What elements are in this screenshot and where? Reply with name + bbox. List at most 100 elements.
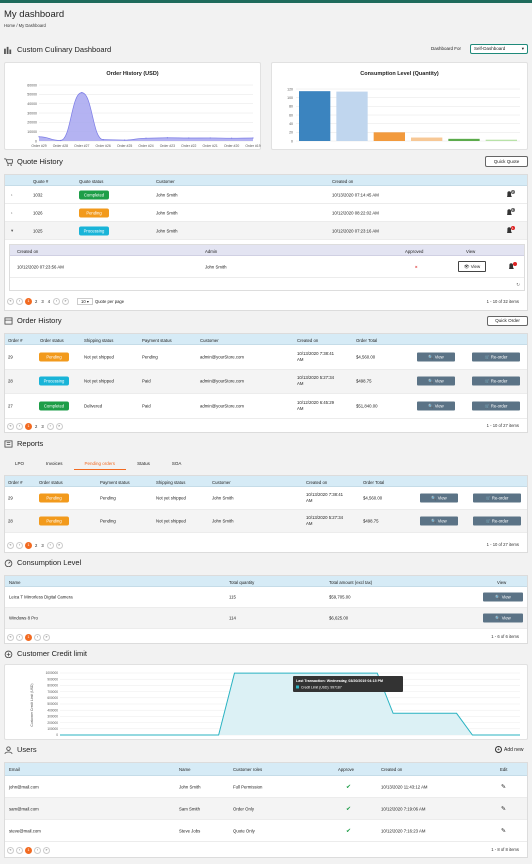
page-number[interactable]: 1 xyxy=(25,422,32,430)
detail-view-button[interactable]: 👁 View xyxy=(458,261,486,272)
cart-icon xyxy=(4,157,13,166)
prev-page-icon[interactable]: ‹ xyxy=(16,297,23,305)
x-tick-label: Order #24 xyxy=(138,144,153,148)
reorder-button[interactable]: 🛒 Re-order xyxy=(472,401,520,411)
tab-status[interactable]: Status xyxy=(126,458,161,470)
first-page-icon[interactable]: « xyxy=(7,846,14,854)
page-number[interactable]: 3 xyxy=(40,424,44,429)
reorder-label: Re-order xyxy=(490,378,508,384)
page-number[interactable]: 2 xyxy=(34,543,38,548)
breadcrumb[interactable]: Home / My Dashboard xyxy=(4,23,46,28)
view-button[interactable]: 🔍 View xyxy=(417,401,455,411)
first-page-icon[interactable]: « xyxy=(7,541,14,549)
reorder-button[interactable]: 🛒 Re-order xyxy=(472,376,520,386)
page-number[interactable]: 1 xyxy=(25,297,32,305)
col-customer: Customer xyxy=(212,479,231,485)
created-on: 10/12/2020 08:22:02 AM xyxy=(332,210,379,215)
first-page-icon[interactable]: « xyxy=(7,297,14,305)
add-new-user-button[interactable]: + Add new xyxy=(495,746,523,753)
page-number[interactable]: 3 xyxy=(40,299,44,304)
customer-email: admin@yourStore.com xyxy=(200,354,245,360)
expand-chevron-icon[interactable]: › xyxy=(11,192,12,197)
dashboard-for-select[interactable]: Self-Dashboard ▾ xyxy=(470,44,528,54)
table-row: 27 Completed Delivered Paid admin@yourSt… xyxy=(5,394,527,419)
view-button[interactable]: 🔍 View xyxy=(420,516,458,526)
page-number[interactable]: 2 xyxy=(34,299,38,304)
view-button[interactable]: 🔍 View xyxy=(417,352,455,362)
table-row[interactable]: › 1026 Pending John Smith 10/12/2020 08:… xyxy=(5,204,527,222)
page-number[interactable]: 4 xyxy=(47,299,51,304)
product-name: Windows 8 Pro xyxy=(9,615,38,621)
prev-page-icon[interactable]: ‹ xyxy=(16,846,23,854)
expand-chevron-icon[interactable]: › xyxy=(11,210,12,215)
prev-page-icon[interactable]: ‹ xyxy=(16,633,23,641)
view-button[interactable]: 🔍 View xyxy=(483,613,523,623)
col-created-on: Created on xyxy=(297,337,319,343)
tab-pending-orders[interactable]: Pending orders xyxy=(73,458,127,470)
expand-chevron-icon[interactable]: ▾ xyxy=(11,228,13,234)
quick-order-button[interactable]: Quick Order xyxy=(487,316,528,326)
tab-lpo[interactable]: LPO xyxy=(4,458,35,470)
quote-history-table: Quote # Quote status Customer Created on… xyxy=(4,174,528,311)
page-number[interactable]: 1 xyxy=(25,846,32,854)
last-page-icon[interactable]: » xyxy=(43,633,50,641)
status-badge: Pending xyxy=(79,208,109,217)
y-tick-label: 40000 xyxy=(27,102,37,106)
last-page-icon[interactable]: » xyxy=(55,422,63,430)
tab-soa[interactable]: SOA xyxy=(161,458,193,470)
first-page-icon[interactable]: « xyxy=(7,633,14,641)
page-number[interactable]: 1 xyxy=(25,633,32,641)
edit-user-icon[interactable]: ✎ xyxy=(501,827,506,834)
per-page-select[interactable]: 10 ▾ xyxy=(77,297,93,305)
refresh-icon[interactable]: ↻ xyxy=(516,282,520,288)
prev-page-icon[interactable]: ‹ xyxy=(16,422,23,430)
created-ampm: AM xyxy=(297,405,304,411)
next-page-icon[interactable]: › xyxy=(46,422,54,430)
reports-header: Reports xyxy=(4,439,43,448)
reports-pager: « ‹ 123 › » xyxy=(7,540,63,550)
reports-items-count: 1 - 10 of 27 items xyxy=(486,542,519,547)
prev-page-icon[interactable]: ‹ xyxy=(16,541,23,549)
user-name: Steve Jobs xyxy=(179,828,201,833)
reorder-button[interactable]: 🛒 Re-order xyxy=(473,493,521,503)
page-number[interactable]: 1 xyxy=(25,541,32,549)
next-page-icon[interactable]: › xyxy=(34,846,41,854)
user-role: Quote Only xyxy=(233,828,255,833)
next-page-icon[interactable]: › xyxy=(53,297,61,305)
reorder-button[interactable]: 🛒 Re-order xyxy=(472,352,520,362)
last-page-icon[interactable]: » xyxy=(62,297,70,305)
not-approved-icon: × xyxy=(415,264,418,269)
notification-count: 2 xyxy=(512,190,514,194)
page-number[interactable]: 2 xyxy=(34,424,38,429)
detail-view-label: View xyxy=(470,264,481,269)
quote-detail-subtable: Created on Admin Approved View 10/12/202… xyxy=(9,244,525,291)
table-row[interactable]: ▾ 1025 Processing John Smith 10/12/2020 … xyxy=(5,222,527,240)
edit-user-icon[interactable]: ✎ xyxy=(501,805,506,812)
last-page-icon[interactable]: » xyxy=(55,541,63,549)
quote-number: 1032 xyxy=(33,192,43,197)
credit-chart-card: 1000000 900000 800000 700000 600000 500000 400… xyxy=(4,664,528,740)
reorder-button[interactable]: 🛒 Re-order xyxy=(473,516,521,526)
quick-quote-button[interactable]: Quick Quote xyxy=(485,156,528,167)
edit-user-icon[interactable]: ✎ xyxy=(501,783,506,790)
tab-invoices[interactable]: Invoices xyxy=(35,458,74,470)
view-button[interactable]: 🔍 View xyxy=(483,592,523,602)
created-on: 10/12/2020 7:19:06 AM xyxy=(381,806,426,811)
notification-count: 1 xyxy=(512,208,514,212)
page-number[interactable]: 3 xyxy=(40,543,44,548)
table-row[interactable]: › 1032 Completed John Smith 10/13/2020 0… xyxy=(5,186,527,204)
approved-check-icon: ✔ xyxy=(346,806,352,812)
next-page-icon[interactable]: › xyxy=(46,541,54,549)
status-badge: Pending xyxy=(39,516,69,526)
first-page-icon[interactable]: « xyxy=(7,422,14,430)
data-point xyxy=(145,137,147,139)
user-icon xyxy=(4,745,13,754)
view-button[interactable]: 🔍 View xyxy=(420,493,458,503)
last-page-icon[interactable]: » xyxy=(43,846,50,854)
next-page-icon[interactable]: › xyxy=(34,633,41,641)
quote-number: 1025 xyxy=(33,228,43,233)
data-point xyxy=(102,139,104,141)
view-button[interactable]: 🔍 View xyxy=(417,376,455,386)
col-total-amount: Total amount (excl tax) xyxy=(329,579,373,585)
reports-table-header: Order # Order status Payment status Ship… xyxy=(5,476,527,487)
